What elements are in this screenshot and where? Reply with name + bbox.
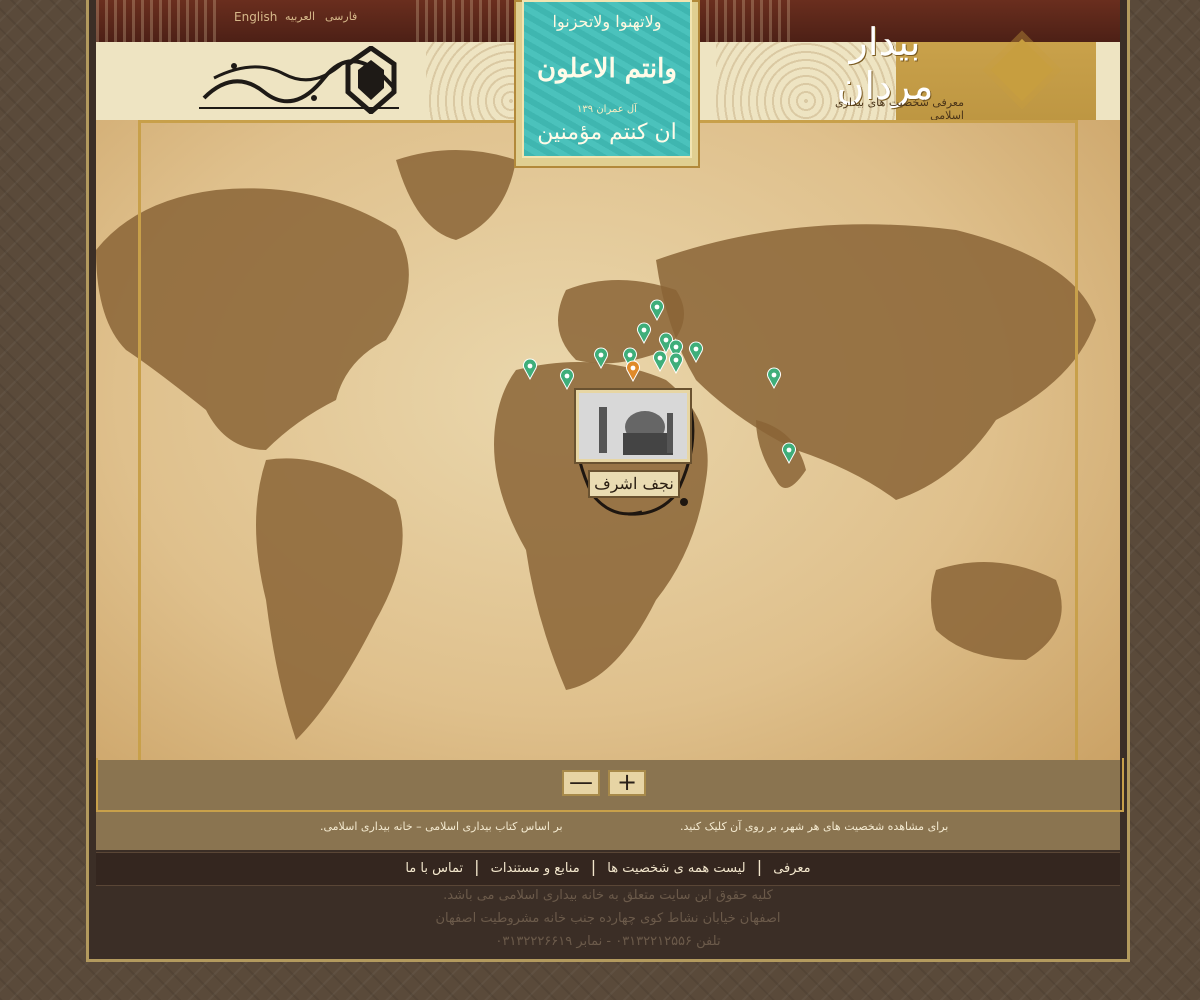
footer-phone: تلفن ۰۳۱۳۲۲۱۲۵۵۶ - نمابر ۰۳۱۳۲۲۲۶۶۱۹ xyxy=(495,934,721,949)
nav-separator: | xyxy=(590,857,597,876)
top-bar-pattern-left xyxy=(96,0,216,42)
verse-reference: آل عمران ۱۳۹ xyxy=(577,104,637,115)
footer-copyright: کلیه حقوق این سایت متعلق به خانه بیداری … xyxy=(443,888,773,903)
house-emblem-icon xyxy=(345,46,397,114)
hint-source: بر اساس کتاب بیداری اسلامی – خانه بیداری… xyxy=(320,820,563,833)
hint-click-city: برای مشاهده شخصیت های هر شهر، بر روی آن … xyxy=(680,820,949,833)
continent-south-america xyxy=(256,458,403,740)
verse-panel: ولاتهنوا ولاتحزنوا وانتم الاعلون آل عمرا… xyxy=(522,0,692,158)
lang-arabic-link[interactable]: العربیه xyxy=(285,10,315,23)
continent-asia xyxy=(656,224,1096,500)
verse-line-3: ان کنتم مؤمنین xyxy=(537,120,677,145)
shrine-photo-icon xyxy=(579,393,687,459)
zoom-out-button[interactable]: — xyxy=(562,770,600,796)
lang-english-link[interactable]: English xyxy=(234,10,277,24)
city-popup-photo[interactable] xyxy=(576,390,690,462)
lang-farsi-link[interactable]: فارسی xyxy=(325,10,357,23)
brand-title[interactable]: بیدار مردان xyxy=(810,20,960,108)
nav-sources-link[interactable]: منابع و مستندات xyxy=(485,853,586,876)
nav-separator: | xyxy=(756,857,763,876)
top-bar-pattern-right xyxy=(706,0,796,42)
verse-line-1: ولاتهنوا ولاتحزنوا xyxy=(552,12,662,31)
nav-separator: | xyxy=(474,857,480,876)
nav-all-figures-link[interactable]: لیست همه ی شخصیت ها xyxy=(601,853,751,876)
nav-intro-link[interactable]: معرفی xyxy=(767,853,816,876)
continent-north-america xyxy=(96,188,409,450)
footer-nav: معرفی | لیست همه ی شخصیت ها | منابع و مس… xyxy=(96,852,1120,886)
footer-address: اصفهان خیابان نشاط کوی چهارده جنب خانه م… xyxy=(435,911,781,926)
nav-contact-link[interactable]: تماس با ما xyxy=(399,853,469,876)
continent-greenland xyxy=(396,150,516,240)
continent-australia xyxy=(931,562,1062,660)
verse-line-2: وانتم الاعلون xyxy=(537,54,677,84)
brand-subtitle: معرفی شخصیت های بیداری اسلامی xyxy=(834,96,964,122)
city-popup-label[interactable]: نجف اشرف xyxy=(588,470,680,498)
zoom-in-button[interactable]: + xyxy=(608,770,646,796)
